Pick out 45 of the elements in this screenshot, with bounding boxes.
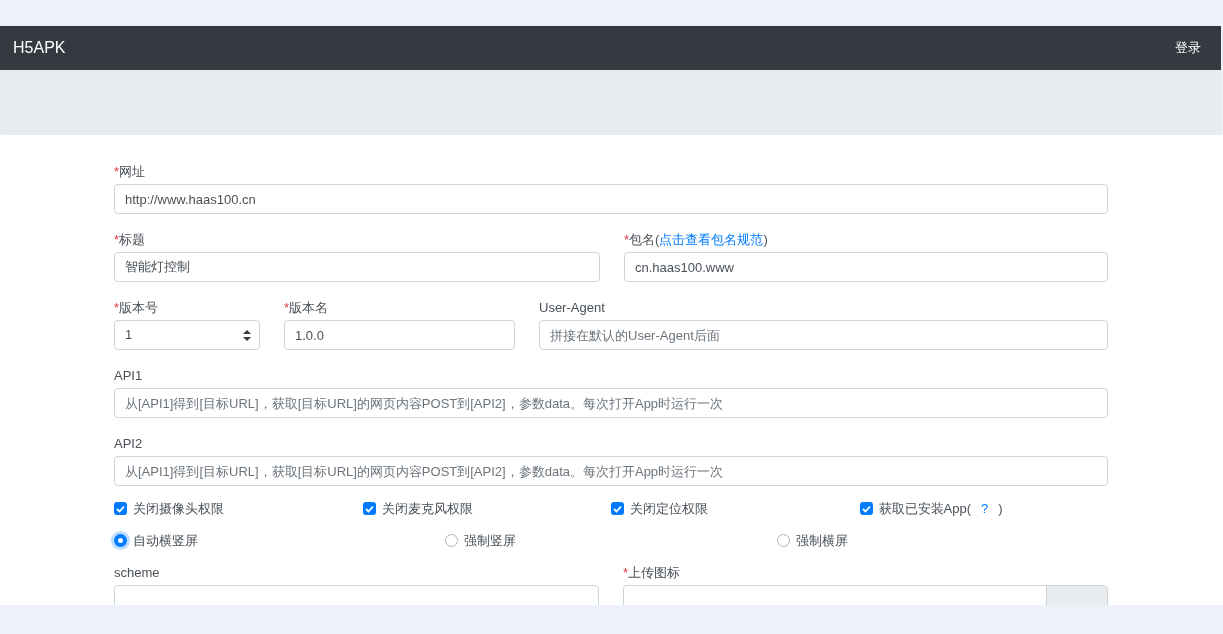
brand-name[interactable]: H5APK xyxy=(13,36,66,60)
text-field[interactable]: 从[API1]得到[目标URL]，获取[目标URL]的网页内容POST到[API2]，参数data。每次打开App时运行一次 xyxy=(114,388,1108,418)
help-link[interactable]: ? xyxy=(976,499,993,519)
field-label: ) xyxy=(763,231,768,250)
version-select[interactable]: 1 xyxy=(114,320,260,350)
checkbox[interactable] xyxy=(611,502,624,516)
checkbox[interactable] xyxy=(859,502,873,516)
field-label: 版本号 xyxy=(119,299,159,318)
radio-button[interactable] xyxy=(776,534,790,548)
field-label: 包名( xyxy=(629,231,660,250)
checkbox[interactable] xyxy=(362,502,376,516)
text-field[interactable]: 智能灯控制 xyxy=(114,252,600,282)
field-label: 版本名 xyxy=(289,299,329,318)
text-field[interactable]: 拼接在默认的User-Agent后面 xyxy=(539,320,1108,350)
text-field[interactable]: 1.0.0 xyxy=(284,320,515,350)
text-field[interactable]: http://www.haas100.cn xyxy=(114,184,1108,214)
radio-label: 强制竖屏 xyxy=(464,532,517,550)
field-label: scheme xyxy=(114,564,160,583)
checkbox-label: ) xyxy=(998,500,1003,518)
checkbox[interactable] xyxy=(114,502,127,516)
radio-button[interactable] xyxy=(114,534,127,548)
required-mark: * xyxy=(114,163,120,182)
field-label: 上传图标 xyxy=(628,564,681,583)
checkbox-label: 关闭麦克风权限 xyxy=(381,500,473,518)
required-mark: * xyxy=(284,299,290,318)
checkbox-label: 关闭定位权限 xyxy=(630,500,708,518)
field-label: User-Agent xyxy=(539,299,605,318)
checkbox-label: 关闭摄像头权限 xyxy=(133,500,224,518)
field-label: 标题 xyxy=(119,231,146,250)
field-label: API1 xyxy=(114,367,143,386)
required-mark: * xyxy=(114,231,120,250)
radio-label: 自动横竖屏 xyxy=(133,532,198,550)
radio-button[interactable] xyxy=(445,534,459,548)
field-label: 网址 xyxy=(119,163,146,182)
text-field[interactable]: cn.haas100.www xyxy=(624,252,1108,282)
checkbox-label: 获取已安装App( xyxy=(878,500,971,518)
required-mark: * xyxy=(624,231,630,250)
text-field[interactable]: 从[API1]得到[目标URL]，获取[目标URL]的网页内容POST到[API2]，参数data。每次打开App时运行一次 xyxy=(114,456,1108,486)
required-mark: * xyxy=(623,564,629,583)
sort-arrows-icon xyxy=(243,329,251,341)
field-label: API2 xyxy=(114,435,143,454)
package-rules-link[interactable]: 点击查看包名规范 xyxy=(659,230,764,250)
login-link[interactable]: 登录 xyxy=(1175,38,1201,58)
radio-label: 强制横屏 xyxy=(795,532,848,550)
required-mark: * xyxy=(114,299,120,318)
